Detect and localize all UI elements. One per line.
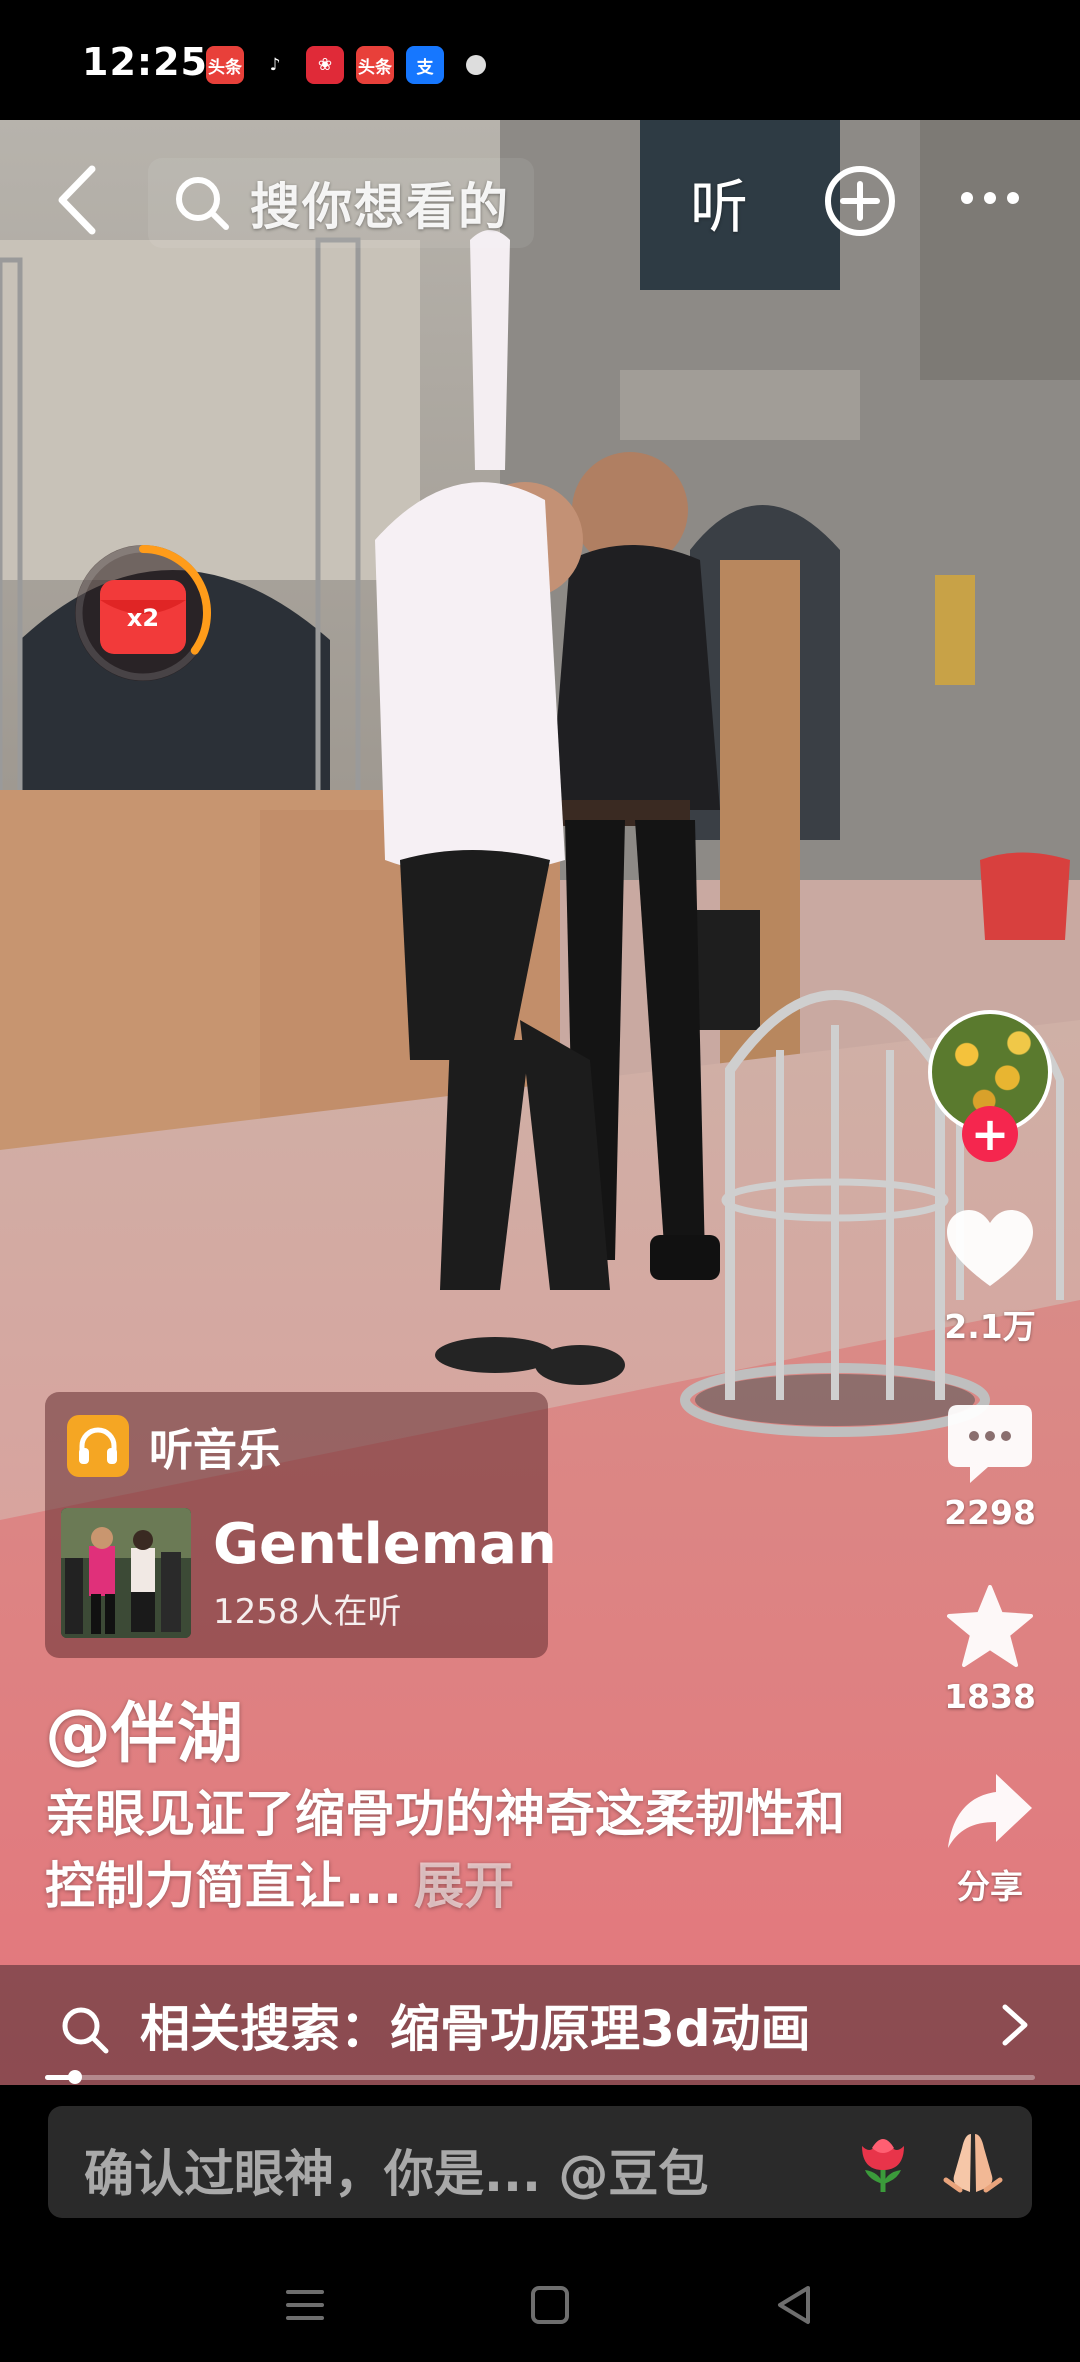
music-card[interactable]: 听音乐 Gentleman 1258人在听	[45, 1392, 557, 1658]
comment-placeholder: 确认过眼神，你是... @豆包	[84, 2145, 709, 2203]
video-progress-handle[interactable]	[67, 2070, 82, 2084]
toutiao-icon: 头条	[206, 46, 244, 84]
tiktok-icon: ♪	[256, 46, 294, 84]
home-icon[interactable]	[525, 2280, 575, 2330]
more-notifications-dot	[466, 55, 486, 75]
pray-emoji-icon[interactable]	[938, 2128, 1008, 2198]
reward-ring: x2	[75, 545, 211, 681]
video-progress-bar[interactable]	[45, 2070, 1035, 2084]
share-label: 分享	[957, 1867, 1023, 1906]
music-label: 听音乐	[149, 1425, 281, 1476]
search-icon	[176, 177, 229, 230]
chevron-right-icon	[1002, 2004, 1028, 2046]
share-action[interactable]: 分享	[930, 1772, 1050, 1908]
reward-timer[interactable]: x2	[68, 538, 218, 688]
status-bar: 12:25 头条 ♪ ❀ 头条支	[0, 0, 1080, 120]
expand-link[interactable]: 展开	[414, 1857, 514, 1915]
comment-count: 2298	[944, 1493, 1036, 1532]
favorite-action[interactable]: 1838	[930, 1585, 1050, 1716]
post-description[interactable]: 亲眼见证了缩骨功的神奇这柔韧性和控制力简直让... 展开	[45, 1778, 845, 1922]
star-icon	[947, 1585, 1033, 1667]
system-navigation-bar	[0, 2270, 1080, 2362]
more-icon[interactable]	[955, 178, 1025, 218]
comment-input[interactable]: 确认过眼神，你是... @豆包	[48, 2106, 1032, 2218]
comment-action[interactable]: 2298	[930, 1405, 1050, 1532]
music-header: 听音乐	[67, 1414, 281, 1478]
like-count: 2.1万	[944, 1307, 1036, 1346]
back-nav-icon[interactable]	[770, 2280, 820, 2330]
like-action[interactable]: 2.1万	[930, 1210, 1050, 1348]
album-art	[61, 1508, 191, 1638]
search-icon	[62, 2007, 109, 2054]
follow-button[interactable]: +	[962, 1106, 1018, 1162]
reward-multiplier: x2	[127, 604, 159, 632]
share-icon	[948, 1774, 1032, 1848]
headphone-icon	[67, 1415, 129, 1477]
author-name[interactable]: @伴湖	[45, 1680, 243, 1776]
related-search-bar[interactable]: 相关搜索：缩骨功原理3d动画	[0, 1965, 1080, 2085]
related-search-text: 相关搜索：缩骨功原理3d动画	[140, 2000, 811, 2058]
favorite-count: 1838	[944, 1677, 1036, 1716]
notification-icons: 头条 ♪ ❀ 头条支	[206, 46, 486, 84]
search-bar[interactable]: 搜你想看的	[148, 158, 534, 248]
listen-mode-button[interactable]: 听	[690, 160, 748, 244]
toutiao-icon-2: 头条	[356, 46, 394, 84]
heart-icon	[947, 1210, 1033, 1286]
status-time: 12:25	[82, 40, 208, 84]
alipay-icon: 支	[406, 46, 444, 84]
song-title: Gentleman	[213, 1512, 557, 1577]
menu-icon[interactable]	[280, 2280, 330, 2330]
rose-emoji-icon[interactable]	[848, 2126, 918, 2196]
back-icon[interactable]	[50, 155, 110, 245]
add-icon[interactable]	[823, 164, 897, 238]
listener-count: 1258人在听	[213, 1592, 402, 1632]
search-placeholder: 搜你想看的	[250, 178, 510, 236]
dating-app-icon: ❀	[306, 46, 344, 84]
comment-icon	[948, 1405, 1032, 1483]
